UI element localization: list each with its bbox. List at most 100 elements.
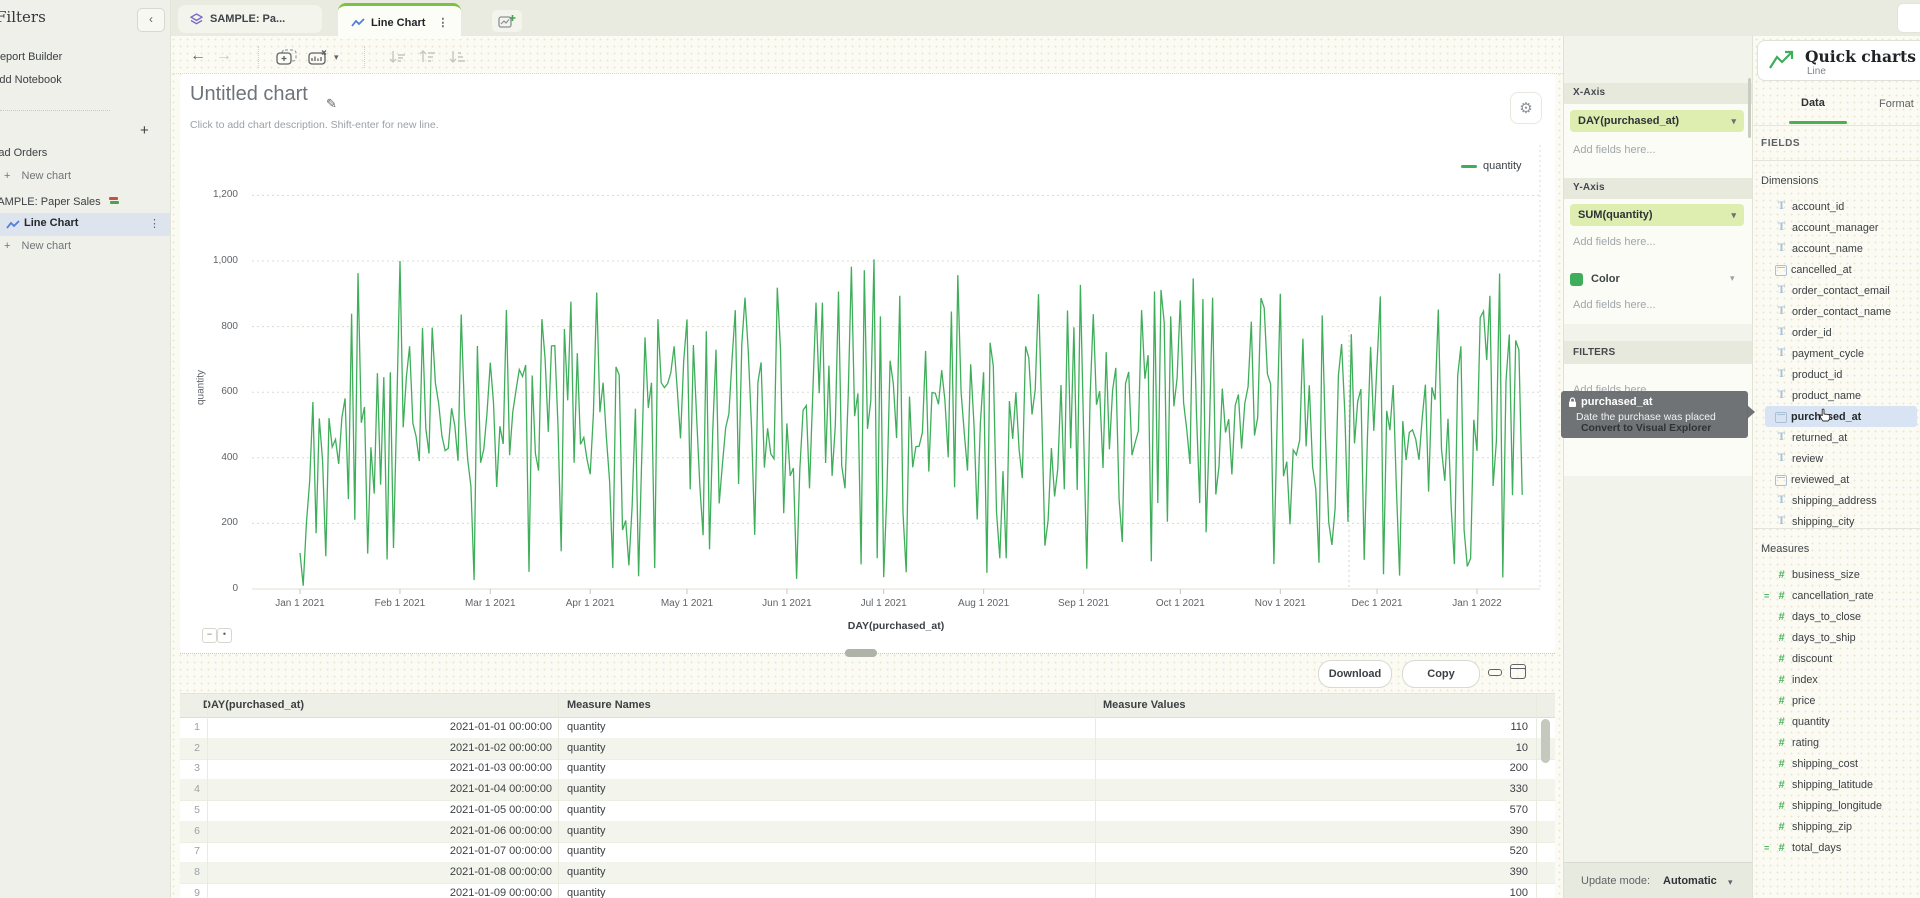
sort-ascending-icon bbox=[418, 49, 438, 67]
measure-item-days_to_ship[interactable]: #days_to_ship bbox=[1753, 627, 1920, 648]
measure-item-index[interactable]: #index bbox=[1753, 669, 1920, 690]
x-axis-field-pill[interactable]: DAY(purchased_at) ▾ bbox=[1570, 110, 1744, 132]
measure-item-business_size[interactable]: #business_size bbox=[1753, 564, 1920, 585]
dimension-item-reviewed_at[interactable]: reviewed_at bbox=[1753, 469, 1920, 490]
sidebar-item-sample-paper-sales[interactable]: SAMPLE: Paper Sales bbox=[0, 195, 120, 208]
x-axis-add-fields-placeholder[interactable]: Add fields here... bbox=[1573, 144, 1656, 156]
chevron-down-icon[interactable]: ▾ bbox=[1731, 210, 1736, 221]
sidebar-item-report-builder[interactable]: Report Builder bbox=[0, 51, 62, 63]
chart-type-button[interactable]: ▾ bbox=[308, 49, 330, 72]
tab-menu-icon[interactable]: ⋮ bbox=[437, 16, 448, 29]
kebab-menu-icon[interactable]: ⋮ bbox=[149, 217, 160, 230]
dimension-item-purchased_at[interactable]: purchased_at bbox=[1765, 406, 1917, 427]
cell-measure-name: quantity bbox=[567, 887, 606, 898]
cell-measure-name: quantity bbox=[567, 866, 606, 878]
field-label: quantity bbox=[1792, 716, 1830, 728]
sidebar-item-add-notebook[interactable]: Add Notebook bbox=[0, 74, 62, 86]
dimension-item-review[interactable]: Treview bbox=[1753, 448, 1920, 469]
dimension-item-account_manager[interactable]: Taccount_manager bbox=[1753, 217, 1920, 238]
color-section-label[interactable]: Color bbox=[1591, 273, 1620, 285]
sidebar-item-bad-orders[interactable]: Bad Orders bbox=[0, 147, 47, 159]
column-header-day-purchased-at[interactable]: DAY(purchased_at) bbox=[203, 699, 304, 711]
measure-item-shipping_zip[interactable]: #shipping_zip bbox=[1753, 816, 1920, 837]
expand-results-icon[interactable] bbox=[1510, 664, 1526, 679]
back-button[interactable]: ← bbox=[190, 47, 206, 65]
table-row[interactable]: 82021-01-08 00:00:00quantity390 bbox=[180, 862, 1555, 884]
measure-item-total_days[interactable]: =#total_days bbox=[1753, 837, 1920, 858]
chevron-down-icon[interactable]: ▾ bbox=[1730, 273, 1735, 284]
measure-item-rating[interactable]: #rating bbox=[1753, 732, 1920, 753]
table-row[interactable]: 92021-01-09 00:00:00quantity100 bbox=[180, 883, 1555, 898]
field-label: shipping_cost bbox=[1792, 758, 1858, 770]
dimension-item-order_id[interactable]: Torder_id bbox=[1753, 322, 1920, 343]
cell-date: 2021-01-08 00:00:00 bbox=[352, 866, 552, 878]
table-row[interactable]: 52021-01-05 00:00:00quantity570 bbox=[180, 800, 1555, 822]
number-type-icon: # bbox=[1775, 800, 1788, 812]
dimension-item-product_name[interactable]: Tproduct_name bbox=[1753, 385, 1920, 406]
table-row[interactable]: 42021-01-04 00:00:00quantity330 bbox=[180, 779, 1555, 801]
tab-format[interactable]: Format bbox=[1879, 98, 1914, 110]
chart-cell: Untitled chart ✎ Click to add chart desc… bbox=[180, 74, 1555, 653]
field-label: account_manager bbox=[1792, 222, 1878, 234]
dimension-item-account_id[interactable]: Taccount_id bbox=[1753, 196, 1920, 217]
chevron-down-icon[interactable]: ▾ bbox=[1731, 116, 1736, 127]
copy-button[interactable]: Copy bbox=[1402, 660, 1480, 688]
calendar-icon bbox=[1775, 412, 1787, 423]
y-axis-field-pill[interactable]: SUM(quantity) ▾ bbox=[1570, 204, 1744, 226]
zoom-reset-button[interactable]: • bbox=[217, 628, 232, 643]
panel-corner-button[interactable] bbox=[1897, 3, 1920, 33]
measure-item-days_to_close[interactable]: #days_to_close bbox=[1753, 606, 1920, 627]
update-mode-value[interactable]: Automatic bbox=[1663, 875, 1717, 887]
dimension-item-account_name[interactable]: Taccount_name bbox=[1753, 238, 1920, 259]
measure-item-discount[interactable]: #discount bbox=[1753, 648, 1920, 669]
color-swatch bbox=[1570, 273, 1583, 286]
dimension-item-payment_cycle[interactable]: Tpayment_cycle bbox=[1753, 343, 1920, 364]
chart-config-panel: X-Axis DAY(purchased_at) ▾ Add fields he… bbox=[1563, 36, 1753, 898]
table-row[interactable]: 22021-01-02 00:00:00quantity10 bbox=[180, 738, 1555, 760]
measure-item-shipping_longitude[interactable]: #shipping_longitude bbox=[1753, 795, 1920, 816]
table-row[interactable]: 12021-01-01 00:00:00quantity110 bbox=[180, 717, 1555, 739]
download-button[interactable]: Download bbox=[1318, 660, 1392, 688]
row-number: 7 bbox=[182, 845, 200, 857]
dimension-item-product_id[interactable]: Tproduct_id bbox=[1753, 364, 1920, 385]
measure-item-shipping_cost[interactable]: #shipping_cost bbox=[1753, 753, 1920, 774]
project-layers-icon bbox=[190, 13, 203, 26]
chevron-down-icon[interactable]: ▾ bbox=[1728, 877, 1733, 888]
dimension-item-order_contact_email[interactable]: Torder_contact_email bbox=[1753, 280, 1920, 301]
sidebar-item-line-chart[interactable]: Line Chart ⋮ bbox=[0, 213, 170, 236]
dimension-item-cancelled_at[interactable]: cancelled_at bbox=[1753, 259, 1920, 280]
y-axis-add-fields-placeholder[interactable]: Add fields here... bbox=[1573, 236, 1656, 248]
sidebar-item-new-chart-1[interactable]: + New chart bbox=[4, 170, 71, 182]
dimension-item-returned_at[interactable]: Treturned_at bbox=[1753, 427, 1920, 448]
new-chart-tab-button[interactable] bbox=[492, 10, 522, 32]
table-scrollbar-thumb[interactable] bbox=[1541, 719, 1550, 763]
zoom-out-button[interactable]: − bbox=[202, 628, 217, 643]
duplicate-cell-button[interactable] bbox=[276, 49, 298, 72]
sidebar-collapse-button[interactable]: ‹ bbox=[137, 8, 165, 32]
column-header-measure-names[interactable]: Measure Names bbox=[567, 699, 651, 711]
dimension-item-shipping_address[interactable]: Tshipping_address bbox=[1753, 490, 1920, 511]
measure-item-quantity[interactable]: #quantity bbox=[1753, 711, 1920, 732]
dimension-item-order_contact_name[interactable]: Torder_contact_name bbox=[1753, 301, 1920, 322]
field-label: product_id bbox=[1792, 369, 1842, 381]
collapse-results-icon[interactable] bbox=[1488, 669, 1502, 676]
color-add-fields-placeholder[interactable]: Add fields here... bbox=[1573, 299, 1656, 311]
table-row[interactable]: 62021-01-06 00:00:00quantity390 bbox=[180, 821, 1555, 843]
tab-line-chart[interactable]: Line Chart ⋮ bbox=[338, 3, 461, 39]
transform-button-disabled bbox=[388, 49, 408, 72]
column-header-measure-values[interactable]: Measure Values bbox=[1103, 699, 1186, 711]
measure-item-shipping_latitude[interactable]: #shipping_latitude bbox=[1753, 774, 1920, 795]
app-window: Filters ‹ Report Builder Add Notebook + … bbox=[0, 0, 1920, 898]
add-project-button[interactable]: + bbox=[140, 122, 149, 139]
measure-item-price[interactable]: #price bbox=[1753, 690, 1920, 711]
table-row[interactable]: 32021-01-03 00:00:00quantity200 bbox=[180, 758, 1555, 780]
tab-sample-paper-sales[interactable]: SAMPLE: Pa... bbox=[178, 5, 322, 33]
field-label: review bbox=[1792, 453, 1823, 465]
resize-handle[interactable] bbox=[845, 649, 877, 657]
table-row[interactable]: 72021-01-07 00:00:00quantity520 bbox=[180, 841, 1555, 863]
measure-item-cancellation_rate[interactable]: =#cancellation_rate bbox=[1753, 585, 1920, 606]
sidebar-item-new-chart-2[interactable]: + New chart bbox=[4, 240, 71, 252]
tooltip-convert-action[interactable]: Convert to Visual Explorer bbox=[1581, 423, 1711, 434]
config-scrollbar-thumb[interactable] bbox=[1748, 78, 1751, 138]
tab-data[interactable]: Data bbox=[1801, 97, 1825, 109]
